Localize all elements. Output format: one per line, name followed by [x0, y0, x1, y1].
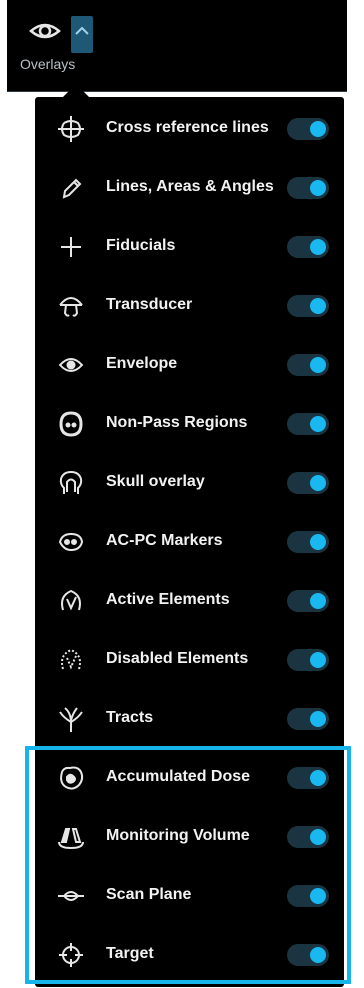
menu-item-label: Cross reference lines	[106, 119, 269, 136]
disabled-elements-toggle[interactable]	[287, 649, 329, 671]
menu-item-label: Lines, Areas & Angles	[106, 178, 274, 195]
menu-item-label: Active Elements	[106, 591, 230, 608]
toggle-knob	[310, 652, 326, 668]
tracts-toggle[interactable]	[287, 708, 329, 730]
toggle-knob	[310, 534, 326, 550]
cross-reference-lines-toggle[interactable]	[287, 118, 329, 140]
active-elements-toggle[interactable]	[287, 590, 329, 612]
overlays-button[interactable]: Overlays	[20, 14, 93, 78]
toggle-knob	[310, 239, 326, 255]
toggle-knob	[310, 593, 326, 609]
highlight-box	[25, 746, 351, 984]
non-pass-regions-icon	[53, 406, 89, 442]
menu-item-label: Tracts	[106, 709, 154, 726]
menu-item-ac-pc-markers[interactable]: AC-PC Markers	[35, 517, 344, 567]
menu-item-envelope[interactable]: Envelope	[35, 340, 344, 390]
ac-pc-markers-icon	[53, 524, 89, 560]
menu-item-skull-overlay[interactable]: Skull overlay	[35, 458, 344, 508]
skull-icon	[53, 465, 89, 501]
dropdown-pointer	[62, 84, 90, 98]
toggle-knob	[310, 357, 326, 373]
menu-item-label: Non-Pass Regions	[106, 414, 248, 431]
menu-item-non-pass-regions[interactable]: Non-Pass Regions	[35, 399, 344, 449]
envelope-toggle[interactable]	[287, 354, 329, 376]
ac-pc-markers-toggle[interactable]	[287, 531, 329, 553]
lines-areas-angles-toggle[interactable]	[287, 177, 329, 199]
skull-overlay-toggle[interactable]	[287, 472, 329, 494]
pencil-icon	[53, 170, 89, 206]
toggle-knob	[310, 416, 326, 432]
toggle-knob	[310, 180, 326, 196]
fiducials-toggle[interactable]	[287, 236, 329, 258]
menu-item-cross-reference-lines[interactable]: Cross reference lines	[35, 104, 344, 154]
overlays-label: Overlays	[20, 56, 76, 72]
toggle-knob	[310, 298, 326, 314]
menu-item-label: Transducer	[106, 296, 193, 313]
eye-icon[interactable]	[29, 18, 61, 44]
menu-item-label: Skull overlay	[106, 473, 205, 490]
toolbar: Overlays	[7, 0, 347, 92]
non-pass-regions-toggle[interactable]	[287, 413, 329, 435]
envelope-icon	[53, 347, 89, 383]
chevron-up-icon	[75, 26, 89, 35]
transducer-toggle[interactable]	[287, 295, 329, 317]
menu-item-label: Envelope	[106, 355, 178, 372]
toggle-knob	[310, 475, 326, 491]
menu-item-label: Disabled Elements	[106, 650, 249, 667]
menu-item-tracts[interactable]: Tracts	[35, 694, 344, 744]
menu-item-disabled-elements[interactable]: Disabled Elements	[35, 635, 344, 685]
plus-icon	[53, 229, 89, 265]
menu-item-active-elements[interactable]: Active Elements	[35, 576, 344, 626]
menu-item-label: AC-PC Markers	[106, 532, 223, 549]
menu-item-lines-areas-angles[interactable]: Lines, Areas & Angles	[35, 163, 344, 213]
toggle-knob	[310, 711, 326, 727]
toggle-knob	[310, 121, 326, 137]
active-elements-icon	[53, 583, 89, 619]
menu-item-transducer[interactable]: Transducer	[35, 281, 344, 331]
disabled-elements-icon	[53, 642, 89, 678]
crosshair-lines-icon	[53, 111, 89, 147]
menu-item-fiducials[interactable]: Fiducials	[35, 222, 344, 272]
menu-item-label: Fiducials	[106, 237, 176, 254]
overlays-dropdown-toggle[interactable]	[71, 16, 93, 53]
transducer-icon	[53, 288, 89, 324]
tracts-icon	[53, 701, 89, 737]
